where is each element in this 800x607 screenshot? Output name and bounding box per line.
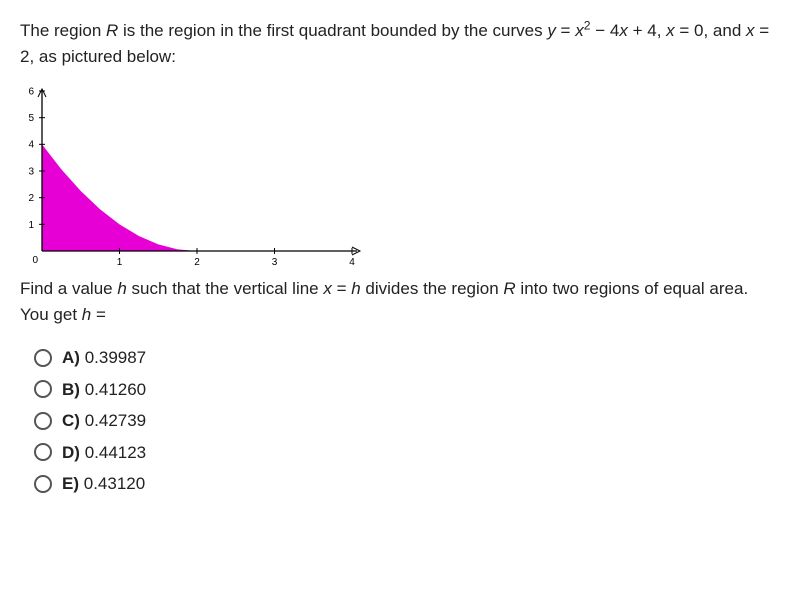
text-fragment: divides the region [361, 279, 504, 298]
svg-text:0: 0 [32, 255, 38, 266]
answer-text: C) 0.42739 [62, 408, 146, 434]
radio-icon [34, 443, 52, 461]
svg-text:3: 3 [272, 257, 278, 268]
answer-label: C) [62, 411, 80, 430]
svg-text:4: 4 [28, 140, 34, 151]
text-fragment: − 4 [591, 21, 620, 40]
answer-value: 0.44123 [85, 443, 146, 462]
exponent: 2 [584, 18, 591, 32]
answer-label: B) [62, 380, 80, 399]
answer-option-e[interactable]: E) 0.43120 [34, 471, 780, 497]
answer-label: A) [62, 348, 80, 367]
region-fill [42, 144, 197, 251]
answer-value: 0.39987 [85, 348, 146, 367]
answer-value: 0.42739 [85, 411, 146, 430]
answer-option-b[interactable]: B) 0.41260 [34, 377, 780, 403]
answer-value: 0.41260 [85, 380, 146, 399]
text-fragment: = 0, and [675, 21, 746, 40]
question-followup: Find a value h such that the vertical li… [20, 276, 780, 327]
answer-option-d[interactable]: D) 0.44123 [34, 440, 780, 466]
answer-label: E) [62, 474, 79, 493]
answer-text: B) 0.41260 [62, 377, 146, 403]
variable-x: x [323, 279, 332, 298]
question-intro: The region R is the region in the first … [20, 18, 780, 69]
radio-icon [34, 475, 52, 493]
radio-icon [34, 412, 52, 430]
answer-text: D) 0.44123 [62, 440, 146, 466]
variable-R: R [503, 279, 515, 298]
svg-text:2: 2 [194, 257, 200, 268]
text-fragment: Find a value [20, 279, 117, 298]
answer-text: A) 0.39987 [62, 345, 146, 371]
answer-label: D) [62, 443, 80, 462]
variable-x: x [746, 21, 755, 40]
answer-option-a[interactable]: A) 0.39987 [34, 345, 780, 371]
radio-icon [34, 349, 52, 367]
text-fragment: = [91, 305, 106, 324]
variable-x: x [619, 21, 628, 40]
text-fragment: = [332, 279, 351, 298]
svg-text:3: 3 [28, 166, 34, 177]
answer-text: E) 0.43120 [62, 471, 145, 497]
svg-text:1: 1 [117, 257, 123, 268]
answer-value: 0.43120 [84, 474, 145, 493]
text-fragment: = [556, 21, 575, 40]
variable-h: h [82, 305, 91, 324]
svg-text:6: 6 [28, 86, 34, 97]
answer-option-c[interactable]: C) 0.42739 [34, 408, 780, 434]
answer-list: A) 0.39987 B) 0.41260 C) 0.42739 D) 0.44… [34, 345, 780, 497]
svg-text:1: 1 [28, 220, 34, 231]
variable-h: h [117, 279, 126, 298]
radio-icon [34, 380, 52, 398]
svg-text:5: 5 [28, 113, 34, 124]
svg-text:4: 4 [349, 257, 355, 268]
text-fragment: + 4, [628, 21, 666, 40]
text-fragment: The region [20, 21, 106, 40]
chart-svg: 1 2 3 4 5 6 0 1 2 3 [20, 83, 365, 268]
svg-text:2: 2 [28, 193, 34, 204]
variable-x: x [575, 21, 584, 40]
region-chart: 1 2 3 4 5 6 0 1 2 3 [20, 83, 780, 268]
variable-x: x [666, 21, 675, 40]
variable-h: h [351, 279, 360, 298]
variable-y: y [547, 21, 556, 40]
text-fragment: is the region in the first quadrant boun… [118, 21, 547, 40]
text-fragment: such that the vertical line [127, 279, 324, 298]
variable-R: R [106, 21, 118, 40]
